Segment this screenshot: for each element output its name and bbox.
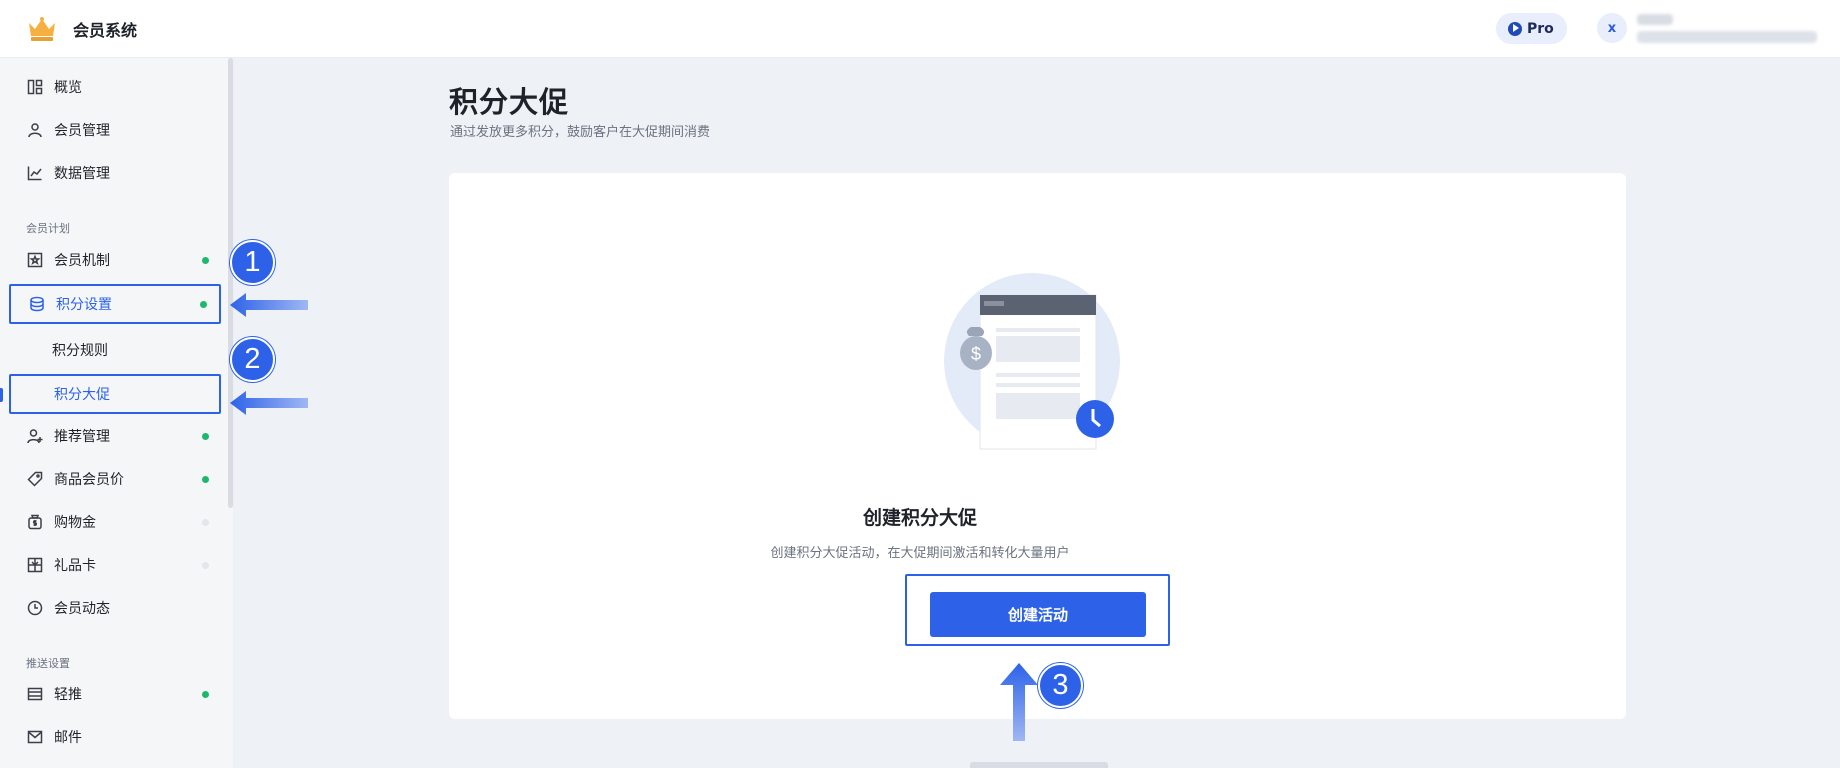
sidebar-item-data-management[interactable]: 数据管理 (9, 154, 221, 192)
sidebar-item-label: 会员动态 (54, 601, 110, 617)
crown-logo-icon (29, 17, 55, 41)
member-card-icon (27, 252, 43, 268)
sidebar-item-label: 轻推 (54, 687, 82, 703)
account-name-redacted[interactable] (1637, 14, 1673, 25)
step-2-arrow-icon (230, 391, 308, 415)
sidebar-item-label: 推荐管理 (54, 429, 110, 445)
sidebar-item-nudge[interactable]: 轻推 (9, 675, 221, 713)
sidebar-item-email[interactable]: 邮件 (9, 718, 221, 756)
status-dot-green (202, 691, 209, 698)
pro-plan-badge[interactable]: Pro (1496, 13, 1567, 44)
sidebar-scrollbar[interactable] (228, 58, 233, 508)
empty-state-title: 创建积分大促 (862, 507, 977, 529)
sidebar-item-label: 会员管理 (54, 123, 110, 139)
sidebar-item-points-rules[interactable]: 积分规则 (9, 331, 221, 369)
step-2-marker: 2 (230, 337, 275, 382)
empty-state-illustration-icon: $ (944, 273, 1120, 450)
clock-icon (27, 600, 43, 616)
pro-label: Pro (1527, 20, 1554, 37)
section-label-push: 推送设置 (26, 657, 70, 670)
sidebar-item-label: 积分设置 (56, 297, 112, 313)
step-1-arrow-icon (230, 293, 308, 317)
page-title: 积分大促 (449, 85, 570, 119)
tag-icon (27, 471, 43, 487)
bottom-scroll-handle[interactable] (970, 762, 1108, 768)
step-3-marker: 3 (1038, 663, 1083, 708)
account-email-redacted[interactable] (1637, 31, 1817, 43)
page-description: 通过发放更多积分，鼓励客户在大促期间消费 (450, 125, 711, 140)
sidebar-item-label: 会员机制 (54, 253, 110, 269)
top-bar: 会员系统 Pro x (0, 0, 1840, 58)
sidebar-item-points-settings[interactable]: 积分设置 (9, 284, 221, 324)
active-edge-indicator (0, 388, 3, 402)
chart-line-icon (27, 165, 43, 181)
dashboard-icon (27, 79, 43, 95)
avatar[interactable]: x (1597, 13, 1627, 43)
empty-state-description: 创建积分大促活动，在大促期间激活和转化大量用户 (770, 546, 1070, 561)
sidebar-item-referral-management[interactable]: 推荐管理 (9, 417, 221, 455)
window-icon (27, 686, 43, 702)
sidebar-item-member-mechanism[interactable]: 会员机制 (9, 241, 221, 279)
sidebar-item-label: 商品会员价 (54, 472, 124, 488)
sidebar-item-member-management[interactable]: 会员管理 (9, 111, 221, 149)
sidebar-item-label: 数据管理 (54, 166, 110, 182)
status-dot-green (202, 476, 209, 483)
sidebar-item-points-promotion[interactable]: 积分大促 (9, 374, 221, 414)
pro-icon (1508, 21, 1522, 36)
sidebar-item-label: 邮件 (54, 730, 82, 746)
svg-text:$: $ (971, 344, 981, 364)
sidebar-item-member-price[interactable]: 商品会员价 (9, 460, 221, 498)
section-label-membership: 会员计划 (26, 222, 70, 235)
sidebar-item-label: 积分规则 (52, 343, 108, 359)
user-icon (27, 122, 43, 138)
status-dot-green (200, 301, 207, 308)
sidebar-item-label: 积分大促 (54, 387, 110, 403)
create-activity-button[interactable]: 创建活动 (930, 592, 1146, 637)
coins-icon (29, 296, 45, 312)
status-dot-green (202, 433, 209, 440)
sidebar-item-member-activity[interactable]: 会员动态 (9, 589, 221, 627)
status-dot-green (202, 257, 209, 264)
app-title: 会员系统 (73, 21, 138, 40)
mail-icon (27, 729, 43, 745)
sidebar-item-label: 概览 (54, 80, 82, 96)
step-3-arrow-icon (1000, 663, 1038, 741)
user-add-icon (27, 428, 43, 444)
status-dot-grey (202, 562, 209, 569)
step-1-marker: 1 (230, 240, 275, 285)
sidebar-item-overview[interactable]: 概览 (9, 68, 221, 106)
